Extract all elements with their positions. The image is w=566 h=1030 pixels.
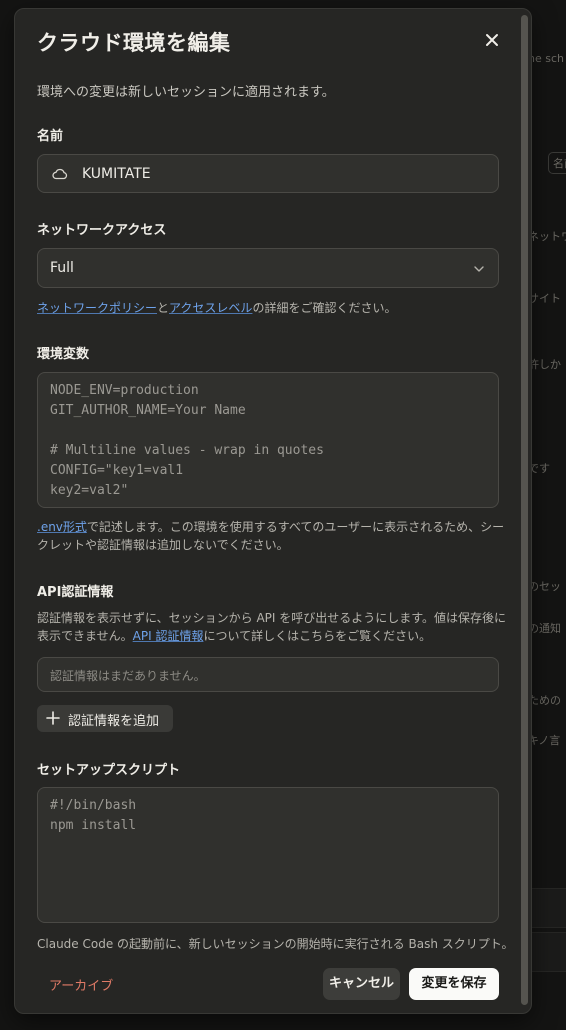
env-vars-textarea[interactable]: NODE_ENV=production GIT_AUTHOR_NAME=Your… [37, 372, 499, 508]
name-field[interactable]: KUMITATE [37, 154, 499, 193]
bg-row [528, 888, 566, 928]
add-credential-button[interactable]: 認証情報を追加 [37, 705, 173, 732]
credentials-empty-text: 認証情報はまだありません。 [50, 669, 206, 683]
network-policy-link[interactable]: ネットワークポリシー [37, 301, 157, 315]
network-access-select[interactable]: Full [37, 248, 499, 288]
archive-button[interactable]: アーカイブ [49, 975, 113, 994]
api-helper: 認証情報を表示せずに、セッションから API を呼び出せるようにします。値は保存… [37, 609, 507, 645]
scrollbar-track[interactable] [521, 11, 529, 1011]
api-helper-tail: について詳しくはこちらをご覧ください。 [203, 629, 432, 643]
bg-text: のセッ [528, 580, 561, 593]
setup-label: セットアップスクリプト [37, 763, 181, 778]
bg-text: 許しか [528, 358, 561, 371]
network-helper-mid: と [157, 301, 170, 315]
access-level-link[interactable]: アクセスレベル [169, 301, 252, 315]
bg-text: ネットワ [528, 230, 566, 243]
env-helper: .env形式で記述します。この環境を使用するすべてのユーザーに表示されるため、シ… [37, 518, 507, 554]
cancel-button[interactable]: キャンセル [323, 968, 400, 1000]
bg-text: 名前 [548, 152, 566, 174]
api-label: API認証情報 [37, 585, 114, 600]
setup-script-textarea[interactable]: #!/bin/bash npm install [37, 787, 499, 923]
network-access-value: Full [50, 260, 74, 276]
close-icon[interactable] [481, 29, 503, 51]
bg-text: サイト [528, 292, 561, 305]
setup-helper: Claude Code の起動前に、新しいセッションの開始時に実行される Bas… [37, 937, 514, 951]
env-label: 環境変数 [37, 347, 90, 362]
name-value: KUMITATE [82, 166, 151, 182]
name-label: 名前 [37, 129, 64, 144]
bg-text: ne sch [528, 52, 564, 65]
edit-environment-dialog: クラウド環境を編集 環境への変更は新しいセッションに適用されます。 名前 KUM… [14, 8, 532, 1014]
bg-text: の通知 [528, 622, 561, 635]
dialog-title: クラウド環境を編集 [37, 31, 231, 55]
chevron-down-icon [472, 261, 486, 280]
network-helper-tail: の詳細をご確認ください。 [252, 301, 397, 315]
api-credentials-link[interactable]: API 認証情報 [133, 629, 204, 643]
plus-icon [46, 708, 60, 730]
scrollbar-thumb[interactable] [521, 15, 528, 1005]
credentials-empty-box: 認証情報はまだありません。 [37, 657, 499, 692]
save-button[interactable]: 変更を保存 [409, 968, 499, 1000]
add-credential-label: 認証情報を追加 [68, 714, 160, 729]
env-helper-tail: で記述します。この環境を使用するすべてのユーザーに表示されるため、シークレットや… [37, 520, 505, 552]
network-helper: ネットワークポリシーとアクセスレベルの詳細をご確認ください。 [37, 299, 507, 317]
env-format-link[interactable]: .env形式 [37, 520, 87, 534]
bg-text: ための [528, 694, 561, 707]
bg-text: キノ言 [528, 734, 561, 747]
network-label: ネットワークアクセス [37, 223, 167, 238]
dialog-subtitle: 環境への変更は新しいセッションに適用されます。 [37, 85, 335, 100]
bg-row [528, 932, 566, 972]
cloud-icon [52, 166, 68, 185]
